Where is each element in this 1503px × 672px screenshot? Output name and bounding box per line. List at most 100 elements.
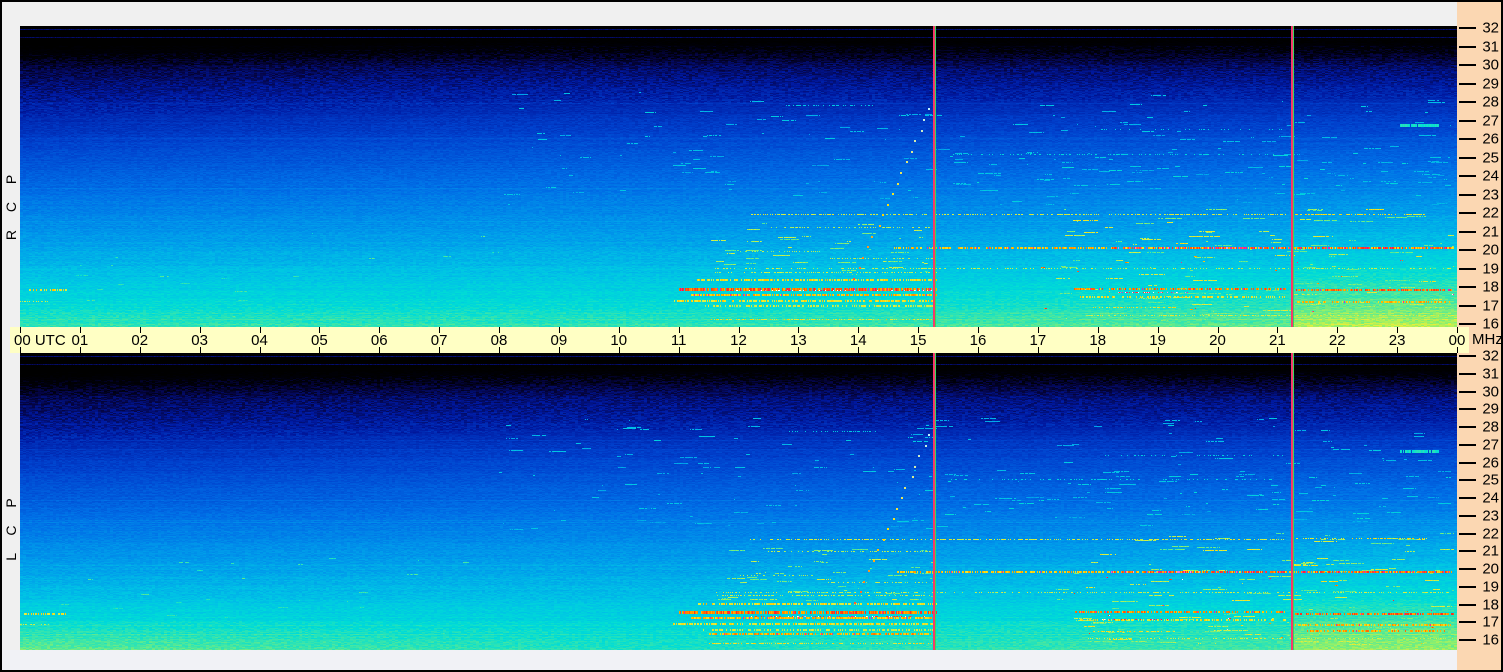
freq-tick <box>1459 249 1476 251</box>
freq-label: 17 <box>1482 297 1499 314</box>
freq-tick <box>1459 585 1476 588</box>
time-label: 07 <box>430 332 448 349</box>
freq-tick <box>1459 212 1476 214</box>
freq-tick <box>1459 101 1476 103</box>
freq-tick <box>1459 639 1476 641</box>
freq-tick <box>1459 514 1476 517</box>
time-label: 12 <box>730 332 747 349</box>
freq-label: 25 <box>1482 471 1499 489</box>
time-label: 15 <box>909 332 927 349</box>
freq-label: 21 <box>1482 223 1499 240</box>
freq-tick <box>1459 175 1476 177</box>
freq-label: 20 <box>1482 241 1499 259</box>
rcp-polarization-label: R C P <box>3 167 19 241</box>
freq-label: 18 <box>1482 596 1499 613</box>
time-label: 11 <box>670 332 687 349</box>
freq-tick <box>1459 304 1476 307</box>
time-label: 21 <box>1269 332 1286 349</box>
freq-label: 30 <box>1482 383 1499 400</box>
freq-label: 31 <box>1482 38 1499 55</box>
freq-label: 26 <box>1482 130 1499 148</box>
time-label: 00 UTC <box>14 332 66 349</box>
freq-label: 23 <box>1482 186 1499 203</box>
freq-tick <box>1459 372 1476 375</box>
freq-tick <box>1459 119 1476 122</box>
freq-tick <box>1459 138 1476 140</box>
freq-tick <box>1459 193 1476 196</box>
freq-tick <box>1459 45 1476 48</box>
freq-tick <box>1459 156 1476 159</box>
freq-label: 23 <box>1482 507 1499 525</box>
freq-label: 29 <box>1482 75 1499 92</box>
freq-tick <box>1459 267 1476 270</box>
lcp-spectrogram-canvas[interactable] <box>20 353 1457 650</box>
freq-tick <box>1459 408 1476 411</box>
freq-tick <box>1459 621 1476 624</box>
freq-tick <box>1459 286 1476 288</box>
freq-tick <box>1459 82 1476 85</box>
freq-label: 27 <box>1482 112 1499 129</box>
freq-tick <box>1459 355 1476 357</box>
freq-label: 20 <box>1482 560 1499 578</box>
time-label: 03 <box>191 332 208 349</box>
freq-label: 24 <box>1482 489 1499 507</box>
freq-label: 28 <box>1482 93 1499 111</box>
time-label: 08 <box>490 332 508 349</box>
freq-label: 25 <box>1482 149 1499 166</box>
time-label: 22 <box>1328 332 1346 349</box>
time-label: 16 <box>969 332 987 349</box>
time-label: 04 <box>251 332 268 349</box>
time-label: 23 <box>1388 332 1406 349</box>
freq-label: 24 <box>1482 167 1499 185</box>
time-label: 20 <box>1209 332 1226 349</box>
freq-label: 22 <box>1482 204 1499 222</box>
freq-label: 29 <box>1482 400 1499 418</box>
spectrograph-window: AJ4CO Observatory 09 Oct 2017 - DPS on T… <box>0 0 1503 672</box>
freq-tick <box>1459 443 1476 446</box>
freq-label: 18 <box>1482 278 1499 296</box>
title-bar: AJ4CO Observatory 09 Oct 2017 - DPS on T… <box>2 2 1457 26</box>
freq-label: 30 <box>1482 56 1499 74</box>
freq-label: 31 <box>1482 365 1499 383</box>
time-label: 01 <box>71 332 89 349</box>
freq-tick <box>1459 426 1476 428</box>
rcp-spectrogram-canvas[interactable] <box>20 26 1457 327</box>
freq-label: 28 <box>1482 418 1499 436</box>
freq-label: 16 <box>1482 631 1499 649</box>
freq-tick <box>1459 27 1476 29</box>
freq-tick <box>1459 603 1476 606</box>
freq-tick <box>1459 390 1476 393</box>
time-label: 06 <box>370 332 388 349</box>
time-label: 18 <box>1089 332 1107 349</box>
frequency-unit-label: MHz <box>1472 331 1503 348</box>
freq-tick <box>1459 497 1476 499</box>
freq-tick <box>1459 323 1476 325</box>
freq-label: 22 <box>1482 525 1499 542</box>
freq-label: 21 <box>1482 542 1499 560</box>
time-label: 14 <box>849 332 867 349</box>
freq-label: 19 <box>1482 578 1499 596</box>
freq-tick <box>1459 64 1476 66</box>
freq-label: 16 <box>1482 315 1499 333</box>
freq-label: 17 <box>1482 613 1499 631</box>
freq-tick <box>1459 550 1476 553</box>
freq-label: 32 <box>1482 347 1499 365</box>
freq-tick <box>1459 230 1476 233</box>
time-label: 02 <box>131 332 149 349</box>
freq-label: 26 <box>1482 454 1499 471</box>
freq-label: 32 <box>1482 19 1499 37</box>
freq-label: 19 <box>1482 260 1499 277</box>
time-label: 10 <box>610 332 628 349</box>
time-label: 05 <box>311 332 328 349</box>
freq-tick <box>1459 532 1476 535</box>
time-label: 19 <box>1149 332 1166 349</box>
lcp-polarization-label: L C P <box>3 491 19 561</box>
freq-tick <box>1459 568 1476 570</box>
bottom-margin <box>2 650 1457 670</box>
time-label: 00 <box>1448 332 1466 349</box>
time-label: 09 <box>550 332 568 349</box>
freq-tick <box>1459 461 1476 464</box>
time-label: 17 <box>1029 332 1047 349</box>
freq-label: 27 <box>1482 436 1499 454</box>
freq-tick <box>1459 479 1476 482</box>
